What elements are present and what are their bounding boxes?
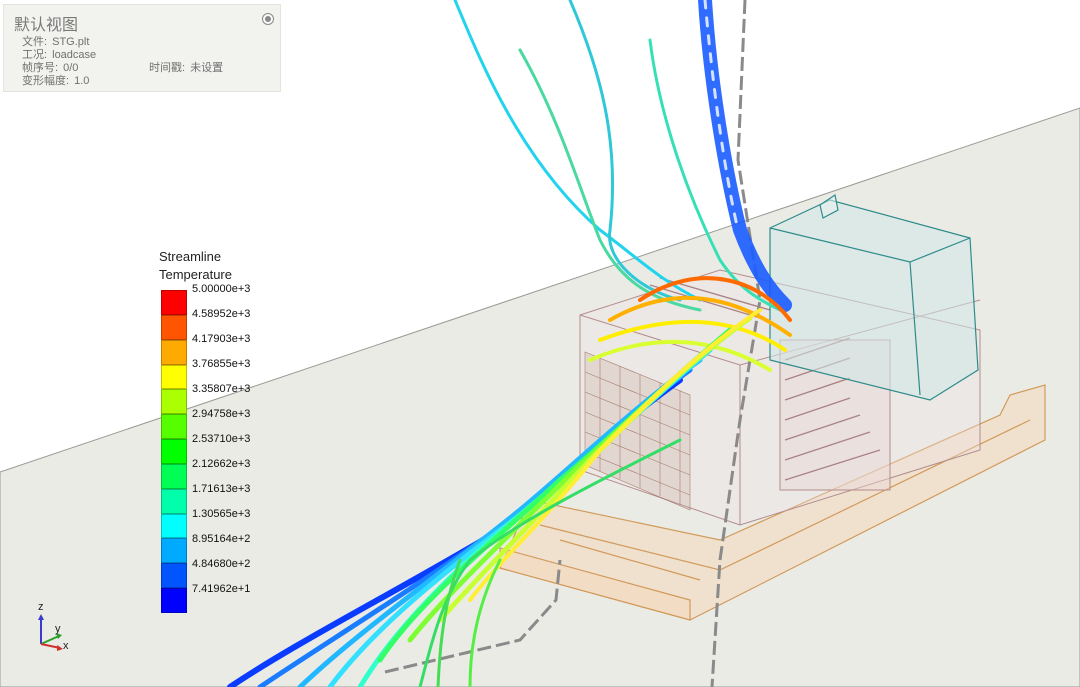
legend-label: 4.84680e+2: [192, 558, 251, 570]
legend-swatch: [161, 314, 187, 340]
legend-label: 1.30565e+3: [192, 508, 251, 520]
legend-swatch: [161, 339, 187, 365]
legend-color-bar: [161, 290, 187, 613]
legend-label: 4.17903e+3: [192, 333, 251, 345]
timestamp-row: 时间戳: 未设置: [149, 59, 223, 75]
axis-triad-icon: z y x: [26, 600, 86, 660]
legend-swatch: [161, 538, 187, 564]
viewport-info-panel: 默认视图 文件: STG.plt 工况: loadcase 帧序号: 0/0 时…: [3, 4, 281, 92]
axis-x-label: x: [63, 640, 69, 652]
legend-swatch: [161, 488, 187, 514]
axis-z-label: z: [38, 601, 44, 613]
legend-swatch: [161, 414, 187, 440]
legend-title-line2: Temperature: [159, 267, 232, 282]
legend-label: 3.35807e+3: [192, 383, 251, 395]
deform-label: 变形幅度:: [22, 75, 70, 87]
legend-label: 1.71613e+3: [192, 483, 251, 495]
legend-swatch: [161, 513, 187, 539]
axis-y-label: y: [55, 623, 61, 635]
legend-label: 2.53710e+3: [192, 433, 251, 445]
legend-label: 5.00000e+3: [192, 283, 251, 295]
legend-swatch: [161, 290, 187, 315]
legend-label: 2.12662e+3: [192, 458, 251, 470]
legend-swatch: [161, 364, 187, 390]
color-legend[interactable]: Streamline Temperature 5.00000e+3 4.5895…: [159, 248, 250, 613]
radio-toggle-icon[interactable]: [262, 13, 274, 25]
timestamp-value: 未设置: [190, 62, 224, 74]
legend-label: 2.94758e+3: [192, 408, 251, 420]
legend-swatch: [161, 563, 187, 589]
legend-label: 3.76855e+3: [192, 358, 251, 370]
viewport-title: 默认视图: [14, 17, 79, 34]
legend-swatch: [161, 463, 187, 489]
deform-row: 变形幅度: 1.0: [22, 72, 89, 88]
legend-label: 7.41962e+1: [192, 583, 251, 595]
legend-title-line1: Streamline: [159, 249, 222, 264]
deform-value: 1.0: [74, 75, 90, 87]
legend-swatch: [161, 588, 187, 613]
legend-swatch: [161, 389, 187, 415]
legend-swatch: [161, 439, 187, 464]
legend-label: 8.95164e+2: [192, 533, 251, 545]
timestamp-label: 时间戳:: [149, 62, 186, 74]
legend-label: 4.58952e+3: [192, 308, 251, 320]
